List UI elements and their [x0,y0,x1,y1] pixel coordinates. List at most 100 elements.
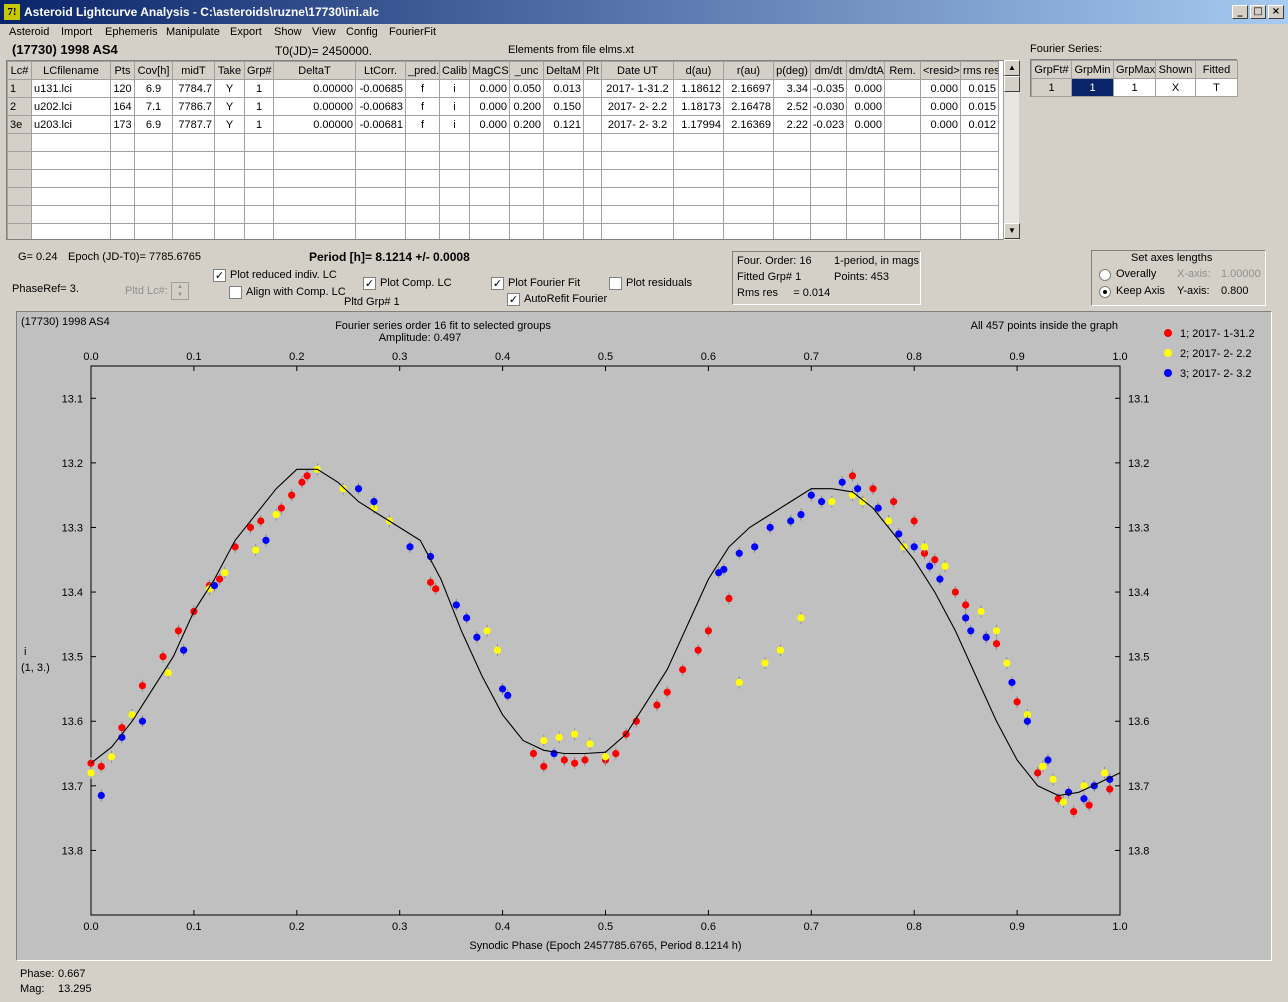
menu-import[interactable]: Import [61,26,92,38]
plot-residuals-checkbox[interactable] [609,277,622,290]
table-cell[interactable]: 2017- 2- 2.2 [601,97,674,116]
table-cell[interactable]: 2.16697 [723,79,774,98]
x-axis-value[interactable]: 1.00000 [1221,268,1261,280]
table-cell[interactable] [134,169,173,188]
menu-manipulate[interactable]: Manipulate [166,26,220,38]
table-cell[interactable]: 0.000 [469,97,510,116]
table-cell[interactable] [583,223,602,239]
table-row[interactable] [7,205,999,224]
table-cell[interactable] [884,115,921,134]
pltd-lc-spinner[interactable]: ▲ ▼ [171,282,189,300]
table-cell[interactable] [920,169,961,188]
table-cell[interactable] [110,205,135,224]
table-cell[interactable]: -0.00681 [355,115,406,134]
table-cell[interactable] [31,223,111,239]
table-cell[interactable] [601,151,674,170]
row-header-cell[interactable]: 2 [7,97,32,116]
table-cell[interactable] [583,205,602,224]
fs-cell-grpmax[interactable]: 1 [1113,78,1156,97]
table-cell[interactable] [405,223,440,239]
table-cell[interactable]: Y [214,79,245,98]
table-cell[interactable] [884,205,921,224]
table-cell[interactable] [773,151,811,170]
table-cell[interactable]: 0.000 [846,97,885,116]
table-cell[interactable] [172,133,215,152]
menu-view[interactable]: View [312,26,336,38]
col-header[interactable]: Date UT [601,61,674,80]
table-cell[interactable]: 2017- 2- 3.2 [601,115,674,134]
table-cell[interactable] [31,151,111,170]
keep-axis-radio[interactable] [1099,286,1111,298]
plot-fourier-label[interactable]: Plot Fourier Fit [508,277,580,289]
col-header[interactable]: _unc [509,61,544,80]
table-cell[interactable] [509,223,544,239]
table-cell[interactable] [810,187,847,206]
table-cell[interactable] [773,205,811,224]
table-cell[interactable] [273,151,356,170]
table-cell[interactable] [469,223,510,239]
table-cell[interactable] [134,133,173,152]
spinner-down-icon[interactable]: ▼ [172,291,188,299]
table-cell[interactable] [543,187,584,206]
fs-cell-shown[interactable]: X [1155,78,1196,97]
table-cell[interactable]: 0.121 [543,115,584,134]
table-cell[interactable] [405,169,440,188]
plot-fourier-checkbox[interactable]: ✓ [491,277,504,290]
table-cell[interactable] [673,151,724,170]
table-cell[interactable] [244,223,274,239]
col-header[interactable]: Grp# [244,61,274,80]
table-cell[interactable] [920,133,961,152]
table-cell[interactable] [439,223,470,239]
table-cell[interactable] [543,133,584,152]
col-header[interactable]: Calib [439,61,470,80]
table-cell[interactable] [244,151,274,170]
menu-export[interactable]: Export [230,26,262,38]
table-cell[interactable] [583,97,602,116]
keep-axis-label[interactable]: Keep Axis [1116,285,1165,297]
col-header[interactable]: Pts [110,61,135,80]
row-header-cell[interactable] [7,133,32,152]
table-cell[interactable]: 2.16478 [723,97,774,116]
table-cell[interactable]: -0.035 [810,79,847,98]
table-cell[interactable] [134,223,173,239]
table-cell[interactable] [439,169,470,188]
table-cell[interactable] [405,133,440,152]
table-cell[interactable] [846,187,885,206]
table-cell[interactable] [673,133,724,152]
table-cell[interactable] [920,187,961,206]
col-header[interactable]: Take [214,61,245,80]
table-cell[interactable]: -0.00685 [355,79,406,98]
table-cell[interactable] [846,133,885,152]
table-cell[interactable]: i [439,97,470,116]
table-cell[interactable] [960,187,999,206]
col-header[interactable]: dm/dt [810,61,847,80]
col-header[interactable]: LtCorr. [355,61,406,80]
table-cell[interactable]: f [405,97,440,116]
table-cell[interactable] [583,169,602,188]
table-cell[interactable]: f [405,115,440,134]
table-cell[interactable] [469,205,510,224]
table-cell[interactable] [439,133,470,152]
table-cell[interactable] [960,169,999,188]
table-cell[interactable]: 2.16369 [723,115,774,134]
table-cell[interactable] [110,223,135,239]
table-cell[interactable]: 0.015 [960,97,999,116]
table-cell[interactable] [601,205,674,224]
table-cell[interactable] [583,115,602,134]
autorefit-checkbox[interactable]: ✓ [507,293,520,306]
table-cell[interactable]: 2.22 [773,115,811,134]
overally-label[interactable]: Overally [1116,268,1156,280]
table-row[interactable]: 3e u203.lci 173 6.9 7787.7 Y 1 0.00000 -0.00681 f… [7,115,999,134]
table-cell[interactable] [673,223,724,239]
table-cell[interactable]: 1 [244,115,274,134]
table-cell[interactable]: 1.17994 [673,115,724,134]
table-cell[interactable] [601,169,674,188]
plot-reduced-checkbox[interactable]: ✓ [213,269,226,282]
table-cell[interactable]: -0.030 [810,97,847,116]
table-cell[interactable] [439,187,470,206]
table-cell[interactable] [172,151,215,170]
table-cell[interactable]: 2.52 [773,97,811,116]
table-cell[interactable] [469,187,510,206]
table-cell[interactable]: Y [214,115,245,134]
table-cell[interactable]: 3.34 [773,79,811,98]
